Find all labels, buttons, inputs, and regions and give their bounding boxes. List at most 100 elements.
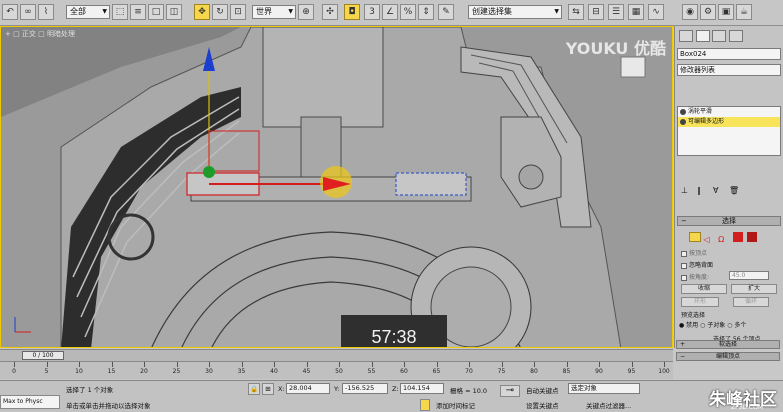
named-selection-value: 创建选择集 xyxy=(472,7,512,16)
move-icon[interactable]: ✥ xyxy=(194,4,210,20)
timeline-tick-label: 65 xyxy=(432,368,441,375)
border-icon[interactable]: Ω xyxy=(718,235,730,245)
show-end-result-icon[interactable]: ‖ xyxy=(697,186,701,195)
curve-editor-icon[interactable]: ∿ xyxy=(648,4,664,20)
bulb-icon[interactable] xyxy=(680,119,686,125)
selection-rollout-header[interactable]: − 选择 xyxy=(677,216,781,226)
timeline-tick xyxy=(79,362,80,367)
material-editor-icon[interactable]: ◉ xyxy=(682,4,698,20)
bulb-icon[interactable] xyxy=(680,109,686,115)
subobject-icons: ◁ Ω xyxy=(689,232,758,245)
object-name-field[interactable]: Box024 xyxy=(677,48,781,60)
grow-button[interactable]: 扩大 xyxy=(731,284,777,294)
timeline-tick xyxy=(306,362,308,367)
motion-tab-icon[interactable] xyxy=(728,30,743,42)
timeline-tick-label: 100 xyxy=(658,368,670,375)
lock-selection-icon[interactable]: 🔒 xyxy=(248,383,260,395)
ignore-backface-checkbox[interactable]: 忽略背面 xyxy=(681,260,713,269)
scale-icon[interactable]: ⊡ xyxy=(230,4,246,20)
named-selection-dropdown[interactable]: 创建选择集 ▼ xyxy=(468,5,562,19)
modify-tab-icon[interactable] xyxy=(695,30,710,42)
perspective-viewport[interactable]: + □ 正交 □ 明暗处理 YOUKU 优酷 57:38 xyxy=(0,26,673,348)
rotate-icon[interactable]: ↻ xyxy=(212,4,228,20)
maxscript-listener[interactable]: Max to Physc xyxy=(0,395,60,409)
shrink-button[interactable]: 收缩 xyxy=(681,284,727,294)
spinner-snap-icon[interactable]: ⇕ xyxy=(418,4,434,20)
angle-snap-icon[interactable]: ∠ xyxy=(382,4,398,20)
pin-stack-icon[interactable]: ⊥ xyxy=(681,186,688,195)
edit-vertices-rollout-header[interactable]: − 编辑顶点 xyxy=(676,352,780,361)
angle-value-field[interactable]: 45.0 xyxy=(729,271,769,280)
select-object-icon[interactable]: ⬚ xyxy=(112,4,128,20)
align-icon[interactable]: ⊟ xyxy=(588,4,604,20)
timeline-tick xyxy=(14,362,15,367)
absolute-mode-icon[interactable]: ⊞ xyxy=(262,383,274,395)
reference-coord-dropdown[interactable]: 世界 ▼ xyxy=(252,5,296,19)
render-setup-icon[interactable]: ⚙ xyxy=(700,4,716,20)
stack-item-turbosmooth[interactable]: 涡轮平滑 xyxy=(678,107,780,117)
create-tab-icon[interactable] xyxy=(679,30,693,42)
timeline-tick-label: 10 xyxy=(75,368,83,375)
make-unique-icon[interactable]: ∀ xyxy=(713,186,718,195)
ring-button[interactable]: 环形 xyxy=(681,297,719,307)
loop-button[interactable]: 循环 xyxy=(733,297,769,307)
polygon-icon[interactable] xyxy=(732,232,743,242)
timeline-tick xyxy=(404,362,405,367)
preview-disable-radio[interactable]: ● 禁用 xyxy=(679,322,698,329)
add-time-tag[interactable]: 添加时间标记 xyxy=(436,400,475,410)
mirror-icon[interactable]: ⇆ xyxy=(568,4,584,20)
percent-snap-icon[interactable]: % xyxy=(400,4,416,20)
auto-key-button[interactable]: 自动关键点 xyxy=(526,385,559,395)
timeline-tick-label: 0 xyxy=(12,368,16,375)
selection-info: 选择了 1 个对象 xyxy=(66,386,114,394)
layer-manager-icon[interactable]: ☰ xyxy=(608,4,624,20)
select-by-name-icon[interactable]: ≡ xyxy=(130,4,146,20)
preview-multi-radio[interactable]: ○ 多个 xyxy=(727,322,746,329)
viewport-label[interactable]: + □ 正交 □ 明暗处理 xyxy=(5,29,75,39)
element-icon[interactable] xyxy=(747,232,758,242)
modifier-list-dropdown[interactable]: 修改器列表 xyxy=(677,64,781,76)
stack-item-editable-poly[interactable]: 可编辑多边形 xyxy=(678,117,780,127)
graphite-tools-icon[interactable]: ▦ xyxy=(628,4,644,20)
timeline-tick xyxy=(599,362,600,367)
rect-select-icon[interactable]: □ xyxy=(148,4,164,20)
unlink-icon[interactable]: ⌇ xyxy=(38,4,54,20)
x-label: X: xyxy=(278,385,285,393)
key-icon[interactable]: ⊸ xyxy=(500,385,520,397)
window-crossing-icon[interactable]: ◫ xyxy=(166,4,182,20)
timeline-ruler[interactable]: 0 5 10 15 20 25 30 35 40 45 50 55 60 65 70 75 80 85 90 95 10… xyxy=(0,361,673,379)
set-key-button[interactable]: 设置关键点 xyxy=(526,400,559,410)
y-coordinate-field[interactable]: -156.525 xyxy=(342,383,388,394)
time-tag-icon[interactable] xyxy=(420,399,430,411)
remove-modifier-icon[interactable]: 🗑 xyxy=(729,186,739,195)
preview-subobject-radio[interactable]: ○ 子对象 xyxy=(700,322,725,329)
command-panel: Box024 修改器列表 涡轮平滑 可编辑多边形 ⊥ ‖ ∀ 🗑 − 选择 ◁ Ω… xyxy=(674,26,783,348)
selection-filter-dropdown[interactable]: 全部 ▼ xyxy=(66,5,110,19)
time-slider-thumb[interactable]: 0 / 100 xyxy=(22,351,64,360)
viewport-scene xyxy=(1,27,672,347)
vertex-icon[interactable] xyxy=(689,232,701,242)
z-label: Z: xyxy=(392,385,399,393)
z-coordinate-field[interactable]: 104.154 xyxy=(400,383,444,394)
select-manipulate-icon[interactable]: ✣ xyxy=(322,4,338,20)
timeline-tick-label: 90 xyxy=(595,368,603,375)
edit-named-selection-icon[interactable]: ✎ xyxy=(438,4,454,20)
hierarchy-tab-icon[interactable] xyxy=(712,30,727,42)
timeline-tick xyxy=(144,362,145,367)
keyboard-shortcut-icon[interactable]: ◘ xyxy=(344,4,360,20)
edge-icon[interactable]: ◁ xyxy=(704,235,716,245)
link-icon[interactable]: ∞ xyxy=(20,4,36,20)
by-vertex-checkbox[interactable]: 按顶点 xyxy=(681,248,707,257)
time-slider-track[interactable]: 0 / 100 xyxy=(0,349,673,361)
timeline-tick xyxy=(274,362,275,367)
x-coordinate-field[interactable]: 28.004 xyxy=(286,383,330,394)
by-angle-checkbox[interactable]: 按角度: xyxy=(681,272,709,281)
undo-icon[interactable]: ↶ xyxy=(2,4,18,20)
key-filters-button[interactable]: 关键点过滤器... xyxy=(586,400,631,410)
selected-object-dropdown[interactable]: 选定对象 xyxy=(568,383,640,394)
snap-icon[interactable]: 3 xyxy=(364,4,380,20)
soft-selection-rollout-header[interactable]: + 软选择 xyxy=(676,340,780,349)
pivot-icon[interactable]: ⊕ xyxy=(298,4,314,20)
render-icon[interactable]: ☕ xyxy=(736,4,752,20)
render-frame-icon[interactable]: ▣ xyxy=(718,4,734,20)
